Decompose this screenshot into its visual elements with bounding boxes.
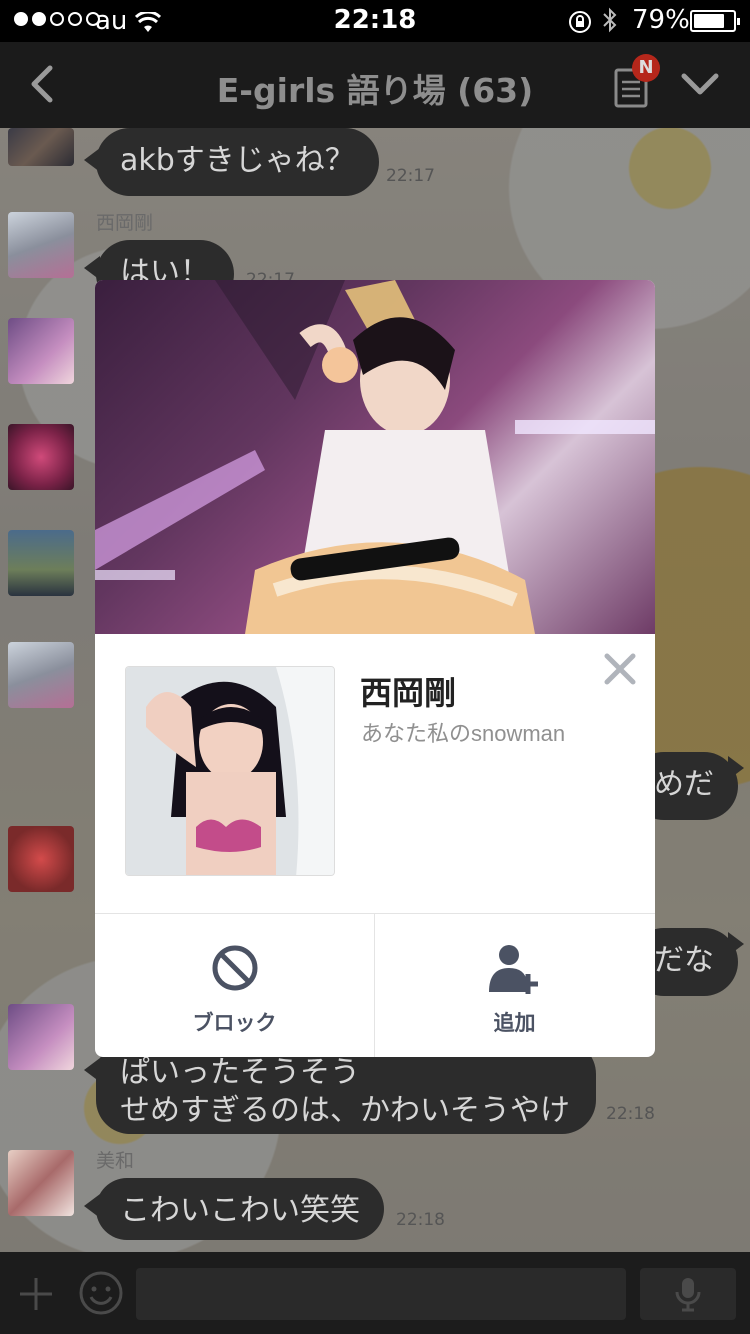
avatar[interactable]	[8, 212, 74, 278]
add-friend-icon	[488, 945, 542, 1000]
block-label: ブロック	[192, 1011, 277, 1035]
message-bubble[interactable]: akbすきじゃね？	[96, 128, 379, 196]
message-input-bar	[0, 1252, 750, 1334]
avatar[interactable]	[8, 826, 74, 892]
avatar[interactable]	[8, 318, 74, 384]
profile-avatar[interactable]	[125, 666, 335, 876]
plus-icon[interactable]	[16, 1274, 56, 1318]
emoji-icon[interactable]	[78, 1270, 124, 1320]
avatar[interactable]	[8, 530, 74, 596]
message-time: 22:18	[606, 1104, 655, 1124]
battery-icon	[690, 10, 740, 32]
close-icon[interactable]	[603, 652, 637, 686]
avatar[interactable]	[8, 128, 74, 166]
block-button[interactable]: ブロック	[95, 914, 374, 1057]
avatar[interactable]	[8, 424, 74, 490]
microphone-icon	[674, 1276, 702, 1316]
notes-badge: N	[632, 54, 660, 82]
message-time: 22:18	[396, 1210, 445, 1230]
avatar[interactable]	[8, 1004, 74, 1070]
chat-header: E-girls 語り場 (63) N	[0, 42, 750, 128]
status-bar: au 22:18 79%	[0, 0, 750, 42]
profile-cover-image	[95, 280, 655, 634]
bluetooth-icon	[600, 6, 620, 41]
profile-status-message: あなた私のsnowman	[361, 721, 566, 746]
battery-percent: 79%	[632, 5, 690, 35]
sender-name: 美和	[96, 1150, 135, 1172]
add-friend-label: 追加	[493, 1011, 536, 1035]
message-input[interactable]	[136, 1268, 626, 1320]
chevron-down-icon[interactable]	[680, 72, 720, 102]
avatar[interactable]	[8, 642, 74, 708]
block-icon	[211, 945, 259, 996]
sender-name: 西岡剛	[96, 212, 154, 234]
profile-name: 西岡剛	[360, 674, 457, 712]
profile-popup: 西岡剛 あなた私のsnowman ブロック 追加	[95, 280, 655, 1057]
voice-button[interactable]	[640, 1268, 736, 1320]
bubble-tail	[728, 756, 744, 780]
message-time: 22:17	[386, 166, 435, 186]
message-bubble[interactable]: こわいこわい笑笑	[96, 1178, 384, 1240]
bubble-tail	[728, 932, 744, 956]
add-friend-button[interactable]: 追加	[375, 914, 654, 1057]
rotation-lock-icon	[568, 8, 592, 41]
avatar[interactable]	[8, 1150, 74, 1216]
